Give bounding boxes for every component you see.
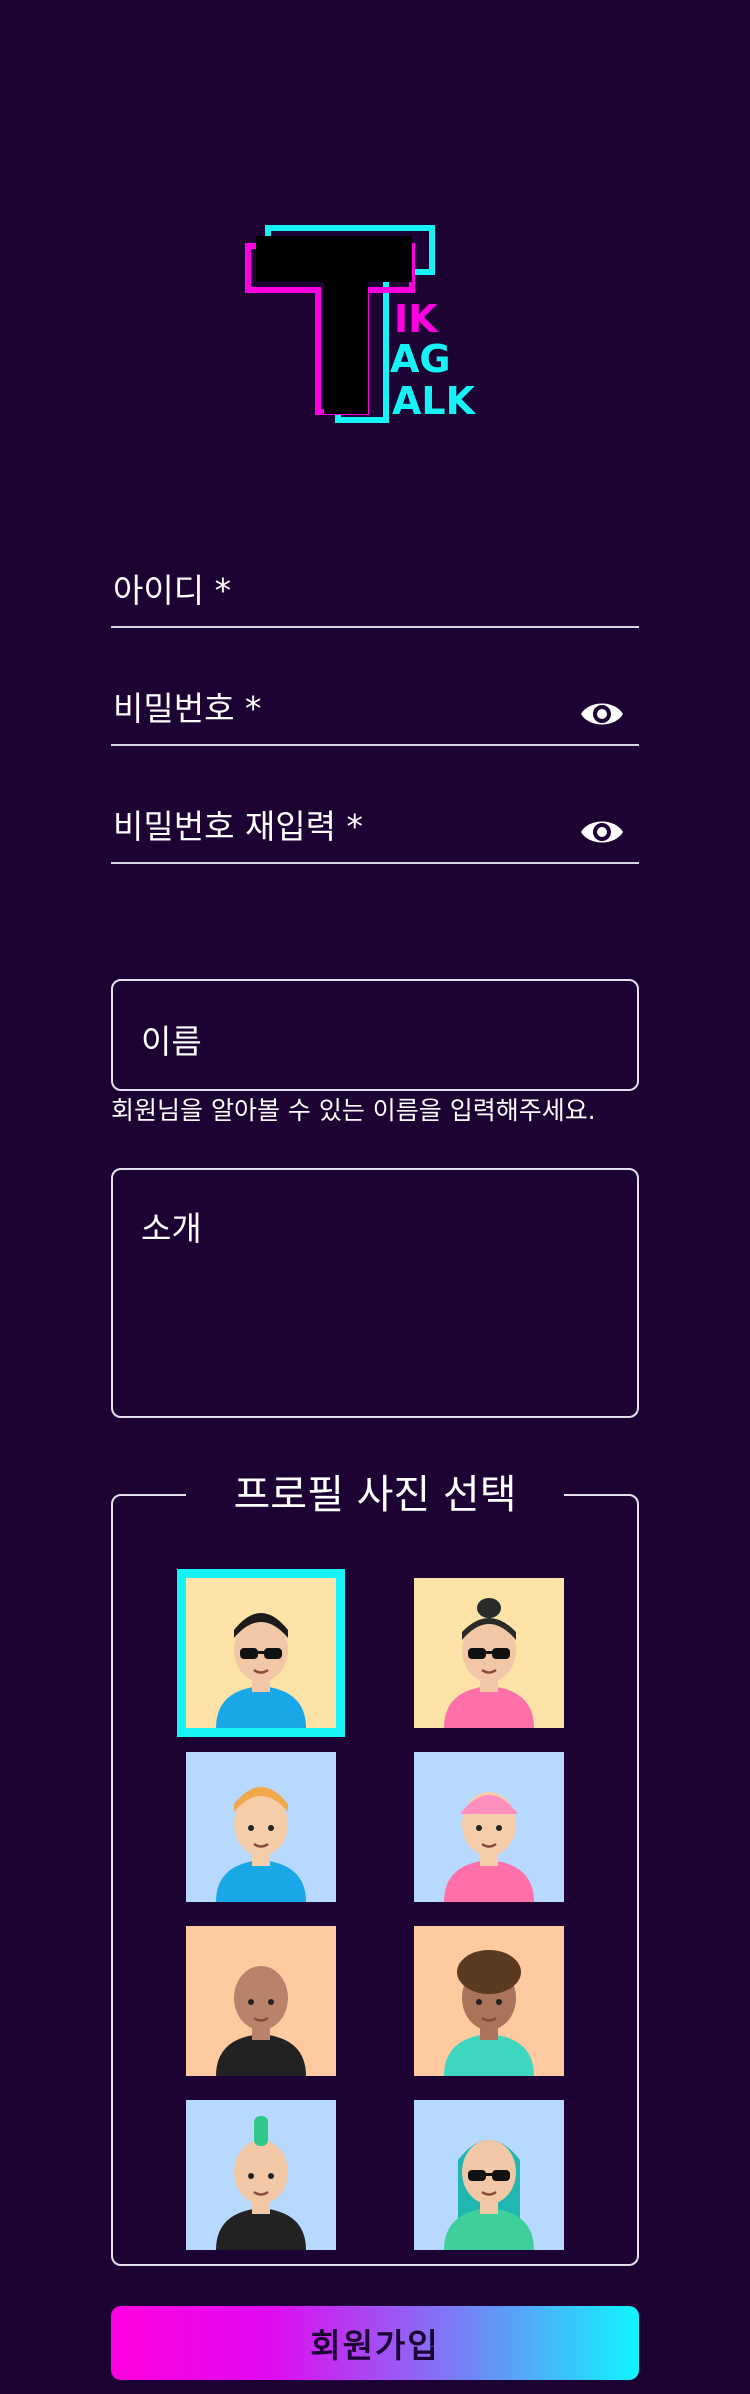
password-confirm-field[interactable]: 비밀번호 재입력 * (111, 804, 639, 864)
logo-line3: ALK (392, 379, 477, 423)
avatar-option-boy-orange-hair-blue-shirt[interactable] (186, 1752, 336, 1902)
logo-line1: IK (394, 297, 439, 341)
name-placeholder: 이름 (141, 1022, 202, 1061)
logo-line2: AG (390, 337, 451, 381)
signup-button[interactable]: 회원가입 (111, 2306, 639, 2380)
name-input[interactable]: 이름 (111, 979, 639, 1091)
intro-placeholder: 소개 (141, 1209, 202, 1248)
id-label: 아이디 * (113, 571, 232, 610)
name-helper-text: 회원님을 알아볼 수 있는 이름을 입력해주세요. (111, 1096, 596, 1125)
avatar-option-woman-sunglasses-pink-shirt[interactable] (414, 1578, 564, 1728)
tiktagtalk-logo: IK AG ALK (244, 224, 514, 424)
profile-picture-legend: 프로필 사진 선택 (186, 1470, 564, 1520)
avatar-option-girl-pink-hat[interactable] (414, 1752, 564, 1902)
avatar-option-punk-mohawk-leather-jacket[interactable] (186, 2100, 336, 2250)
avatar-option-man-sunglasses-blue-shirt[interactable] (177, 1569, 345, 1737)
id-field[interactable]: 아이디 * (111, 568, 639, 628)
show-password-confirm-eye-icon[interactable] (579, 814, 625, 850)
show-password-eye-icon[interactable] (579, 696, 625, 732)
avatar-option-bald-man-suit[interactable] (186, 1926, 336, 2076)
password-confirm-label: 비밀번호 재입력 * (113, 807, 363, 846)
avatar-option-curly-hair-tank-top[interactable] (414, 1926, 564, 2076)
password-field[interactable]: 비밀번호 * (111, 686, 639, 746)
password-label: 비밀번호 * (113, 689, 262, 728)
intro-textarea[interactable]: 소개 (111, 1168, 639, 1418)
avatar-option-teal-hair-woman-sunglasses[interactable] (414, 2100, 564, 2250)
